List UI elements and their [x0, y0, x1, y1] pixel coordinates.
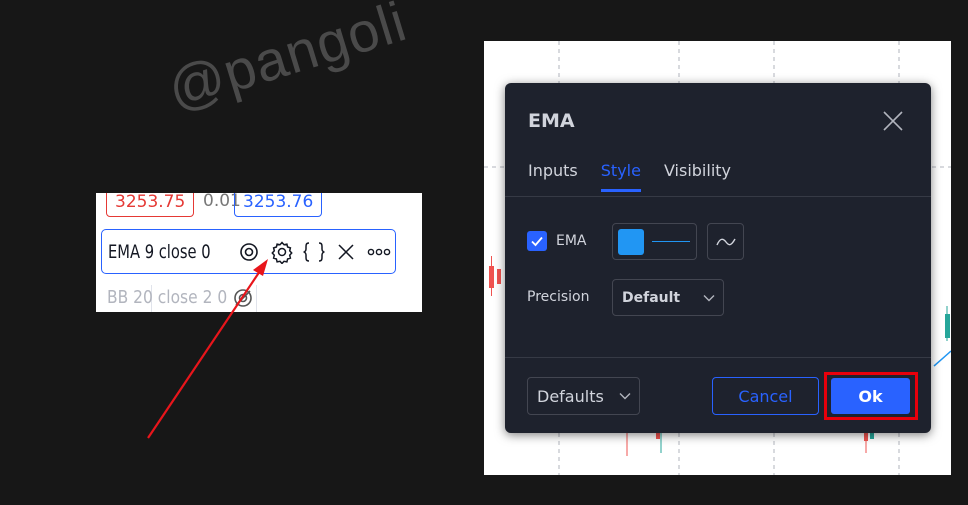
ema-settings-dialog: EMA Inputs Style Visibility EMA Precisio… — [505, 83, 931, 433]
ema-checkbox-label: EMA — [556, 233, 587, 249]
dialog-close-button[interactable] — [879, 107, 907, 135]
tab-visibility[interactable]: Visibility — [664, 161, 731, 192]
close-icon — [883, 111, 903, 131]
plot-type-button[interactable] — [707, 223, 744, 260]
color-swatch — [618, 228, 644, 255]
precision-value: Default — [622, 289, 681, 306]
chevron-down-icon — [619, 392, 631, 400]
dialog-title: EMA — [528, 110, 575, 132]
precision-select[interactable]: Default — [612, 279, 724, 316]
line-style-sample — [652, 241, 690, 242]
line-plot-icon — [715, 238, 736, 245]
tab-style[interactable]: Style — [600, 161, 641, 192]
defaults-select[interactable]: Defaults — [527, 377, 640, 415]
line-color-picker[interactable] — [612, 223, 697, 260]
check-icon — [531, 236, 543, 247]
dialog-tabs: Inputs Style Visibility — [528, 161, 754, 192]
tab-inputs[interactable]: Inputs — [528, 161, 578, 192]
cancel-button[interactable]: Cancel — [712, 377, 819, 415]
footer-divider — [505, 357, 931, 358]
tabs-divider — [505, 196, 931, 197]
ema-plot-row: EMA — [527, 231, 587, 251]
ema-checkbox[interactable] — [527, 231, 547, 251]
precision-label: Precision — [527, 289, 590, 305]
ok-button[interactable]: Ok — [831, 378, 910, 414]
chevron-down-icon — [703, 294, 715, 302]
defaults-label: Defaults — [537, 386, 604, 406]
